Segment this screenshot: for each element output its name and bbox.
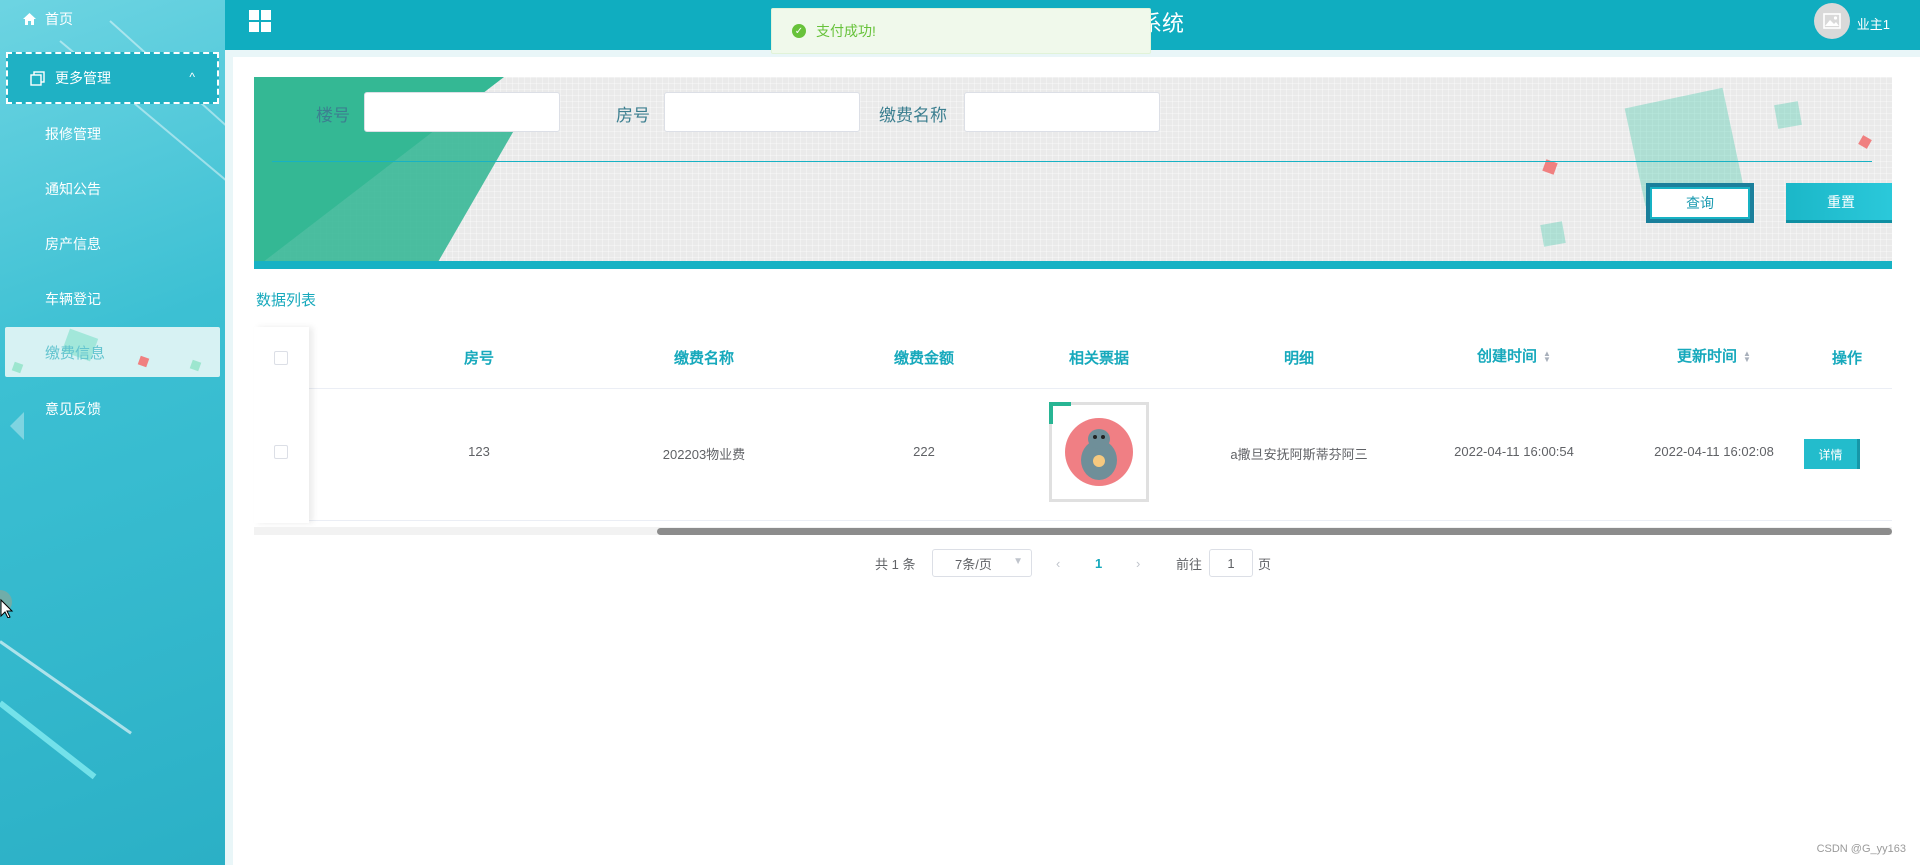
data-table: 房号 缴费名称 缴费金额 相关票据 明细 创建时间 ▲ ▼ 更新时间 ▲ ▼ 操作 12…	[254, 327, 1892, 535]
sidebar-item-label: 首页	[45, 11, 73, 27]
column-header-updated[interactable]: 更新时间 ▲ ▼	[1614, 345, 1814, 366]
goto-page-input[interactable]: 1	[1209, 549, 1253, 577]
column-header-label: 创建时间	[1477, 348, 1538, 365]
pagination-total: 共 1 条	[875, 556, 916, 572]
page-number-current[interactable]: 1	[1095, 549, 1102, 577]
panel-decoration	[1540, 221, 1566, 247]
select-all-checkbox[interactable]	[274, 351, 288, 365]
sidebar-decoration	[137, 355, 150, 368]
home-icon	[23, 13, 36, 25]
sidebar-decoration	[0, 700, 97, 780]
column-header-created[interactable]: 创建时间 ▲ ▼	[1414, 345, 1614, 366]
building-label: 楼号	[316, 106, 350, 125]
check-circle-icon: ✓	[792, 24, 806, 38]
horizontal-scrollbar[interactable]	[254, 527, 1892, 535]
sidebar-item-repair[interactable]: 报修管理	[45, 124, 101, 144]
panel-bottom-bar	[254, 261, 1892, 269]
cell-created: 2022-04-11 16:00:54	[1454, 444, 1574, 459]
sidebar-group-more[interactable]: 更多管理 ^	[6, 52, 219, 104]
sidebar-item-label: 通知公告	[45, 181, 101, 197]
building-input[interactable]	[364, 92, 560, 132]
sidebar: 首页 更多管理 ^ 报修管理 通知公告 房产信息 车辆登记 缴费信息 意见反馈	[0, 0, 225, 865]
sort-icon[interactable]: ▲ ▼	[1743, 350, 1751, 364]
image-icon	[1823, 13, 1841, 29]
goto-suffix: 页	[1258, 556, 1272, 572]
cell-detail: a撒旦安抚阿斯蒂芬阿三	[1230, 447, 1368, 462]
sidebar-decoration	[10, 412, 24, 440]
panel-decoration	[1858, 135, 1872, 149]
sidebar-group-label: 更多管理	[55, 70, 111, 86]
cell-amount: 222	[913, 444, 935, 459]
search-panel: 楼号 房号 缴费名称 查询 重置	[254, 77, 1892, 269]
sidebar-item-feedback[interactable]: 意见反馈	[45, 399, 101, 419]
thumbnail-corner	[1049, 402, 1071, 424]
cursor-icon	[0, 590, 14, 618]
cell-room: 123	[468, 444, 490, 459]
menu-grid-icon[interactable]	[249, 10, 271, 32]
sidebar-item-label: 意见反馈	[45, 401, 101, 417]
column-header-action: 操作	[1831, 350, 1862, 367]
column-header-room: 房号	[463, 350, 494, 367]
panel-decoration	[1774, 101, 1802, 129]
table-row: 123 202203物业费 222 a撒旦安抚阿斯蒂芬阿三 2022-04-11…	[254, 389, 1892, 521]
main-content: 楼号 房号 缴费名称 查询 重置 数据列表 房号 缴费名称 缴费金额 相关票据 …	[233, 57, 1920, 865]
sidebar-item-payment[interactable]: 缴费信息	[5, 327, 220, 377]
sort-icon[interactable]: ▲ ▼	[1543, 350, 1551, 364]
toast-message: 支付成功!	[816, 23, 876, 39]
column-header-amount: 缴费金额	[893, 350, 954, 367]
copy-icon	[30, 70, 45, 86]
prev-page-button[interactable]: ‹	[1056, 549, 1060, 577]
sidebar-item-label: 缴费信息	[45, 345, 106, 362]
query-button[interactable]: 查询	[1646, 183, 1754, 223]
column-header-receipt: 相关票据	[1068, 350, 1129, 367]
page-size-value: 7条/页	[955, 556, 992, 572]
sidebar-item-label: 房产信息	[45, 236, 101, 252]
reset-button[interactable]: 重置	[1786, 183, 1892, 223]
row-checkbox[interactable]	[274, 445, 288, 459]
list-title: 数据列表	[256, 292, 317, 309]
cell-fee-name: 202203物业费	[662, 447, 746, 462]
chevron-up-icon: ^	[189, 70, 195, 84]
fee-name-label: 缴费名称	[879, 106, 947, 125]
column-header-fee-name: 缴费名称	[673, 350, 734, 367]
sidebar-item-notice[interactable]: 通知公告	[45, 179, 101, 199]
fixed-selection-column	[254, 327, 309, 523]
column-header-detail: 明细	[1283, 350, 1314, 367]
room-label: 房号	[616, 106, 650, 125]
sidebar-item-label: 报修管理	[45, 126, 101, 142]
page-size-select[interactable]: 7条/页 ▼	[932, 549, 1032, 577]
avatar[interactable]	[1814, 3, 1850, 39]
next-page-button[interactable]: ›	[1136, 549, 1140, 577]
sidebar-item-vehicle[interactable]: 车辆登记	[45, 289, 101, 309]
fee-name-input[interactable]	[964, 92, 1160, 132]
sidebar-item-label: 车辆登记	[45, 291, 101, 307]
goto-label: 前往	[1176, 556, 1203, 572]
watermark: CSDN @G_yy163	[1816, 843, 1906, 855]
cell-updated: 2022-04-11 16:02:08	[1654, 444, 1774, 459]
sidebar-item-property[interactable]: 房产信息	[45, 234, 101, 254]
receipt-thumbnail[interactable]	[1049, 402, 1149, 502]
sidebar-decoration	[11, 361, 24, 374]
chevron-down-icon: ▼	[1013, 556, 1023, 567]
sidebar-decoration	[189, 359, 202, 372]
sidebar-item-home[interactable]: 首页	[22, 8, 73, 30]
user-name[interactable]: 业主1	[1857, 14, 1890, 33]
panel-rule	[272, 161, 1872, 162]
detail-button[interactable]: 详情	[1804, 439, 1860, 469]
table-header: 房号 缴费名称 缴费金额 相关票据 明细 创建时间 ▲ ▼ 更新时间 ▲ ▼ 操作	[254, 327, 1892, 389]
success-toast: ✓ 支付成功!	[771, 8, 1151, 54]
column-header-label: 更新时间	[1677, 348, 1738, 365]
room-input[interactable]	[664, 92, 860, 132]
scrollbar-thumb[interactable]	[657, 528, 1892, 535]
